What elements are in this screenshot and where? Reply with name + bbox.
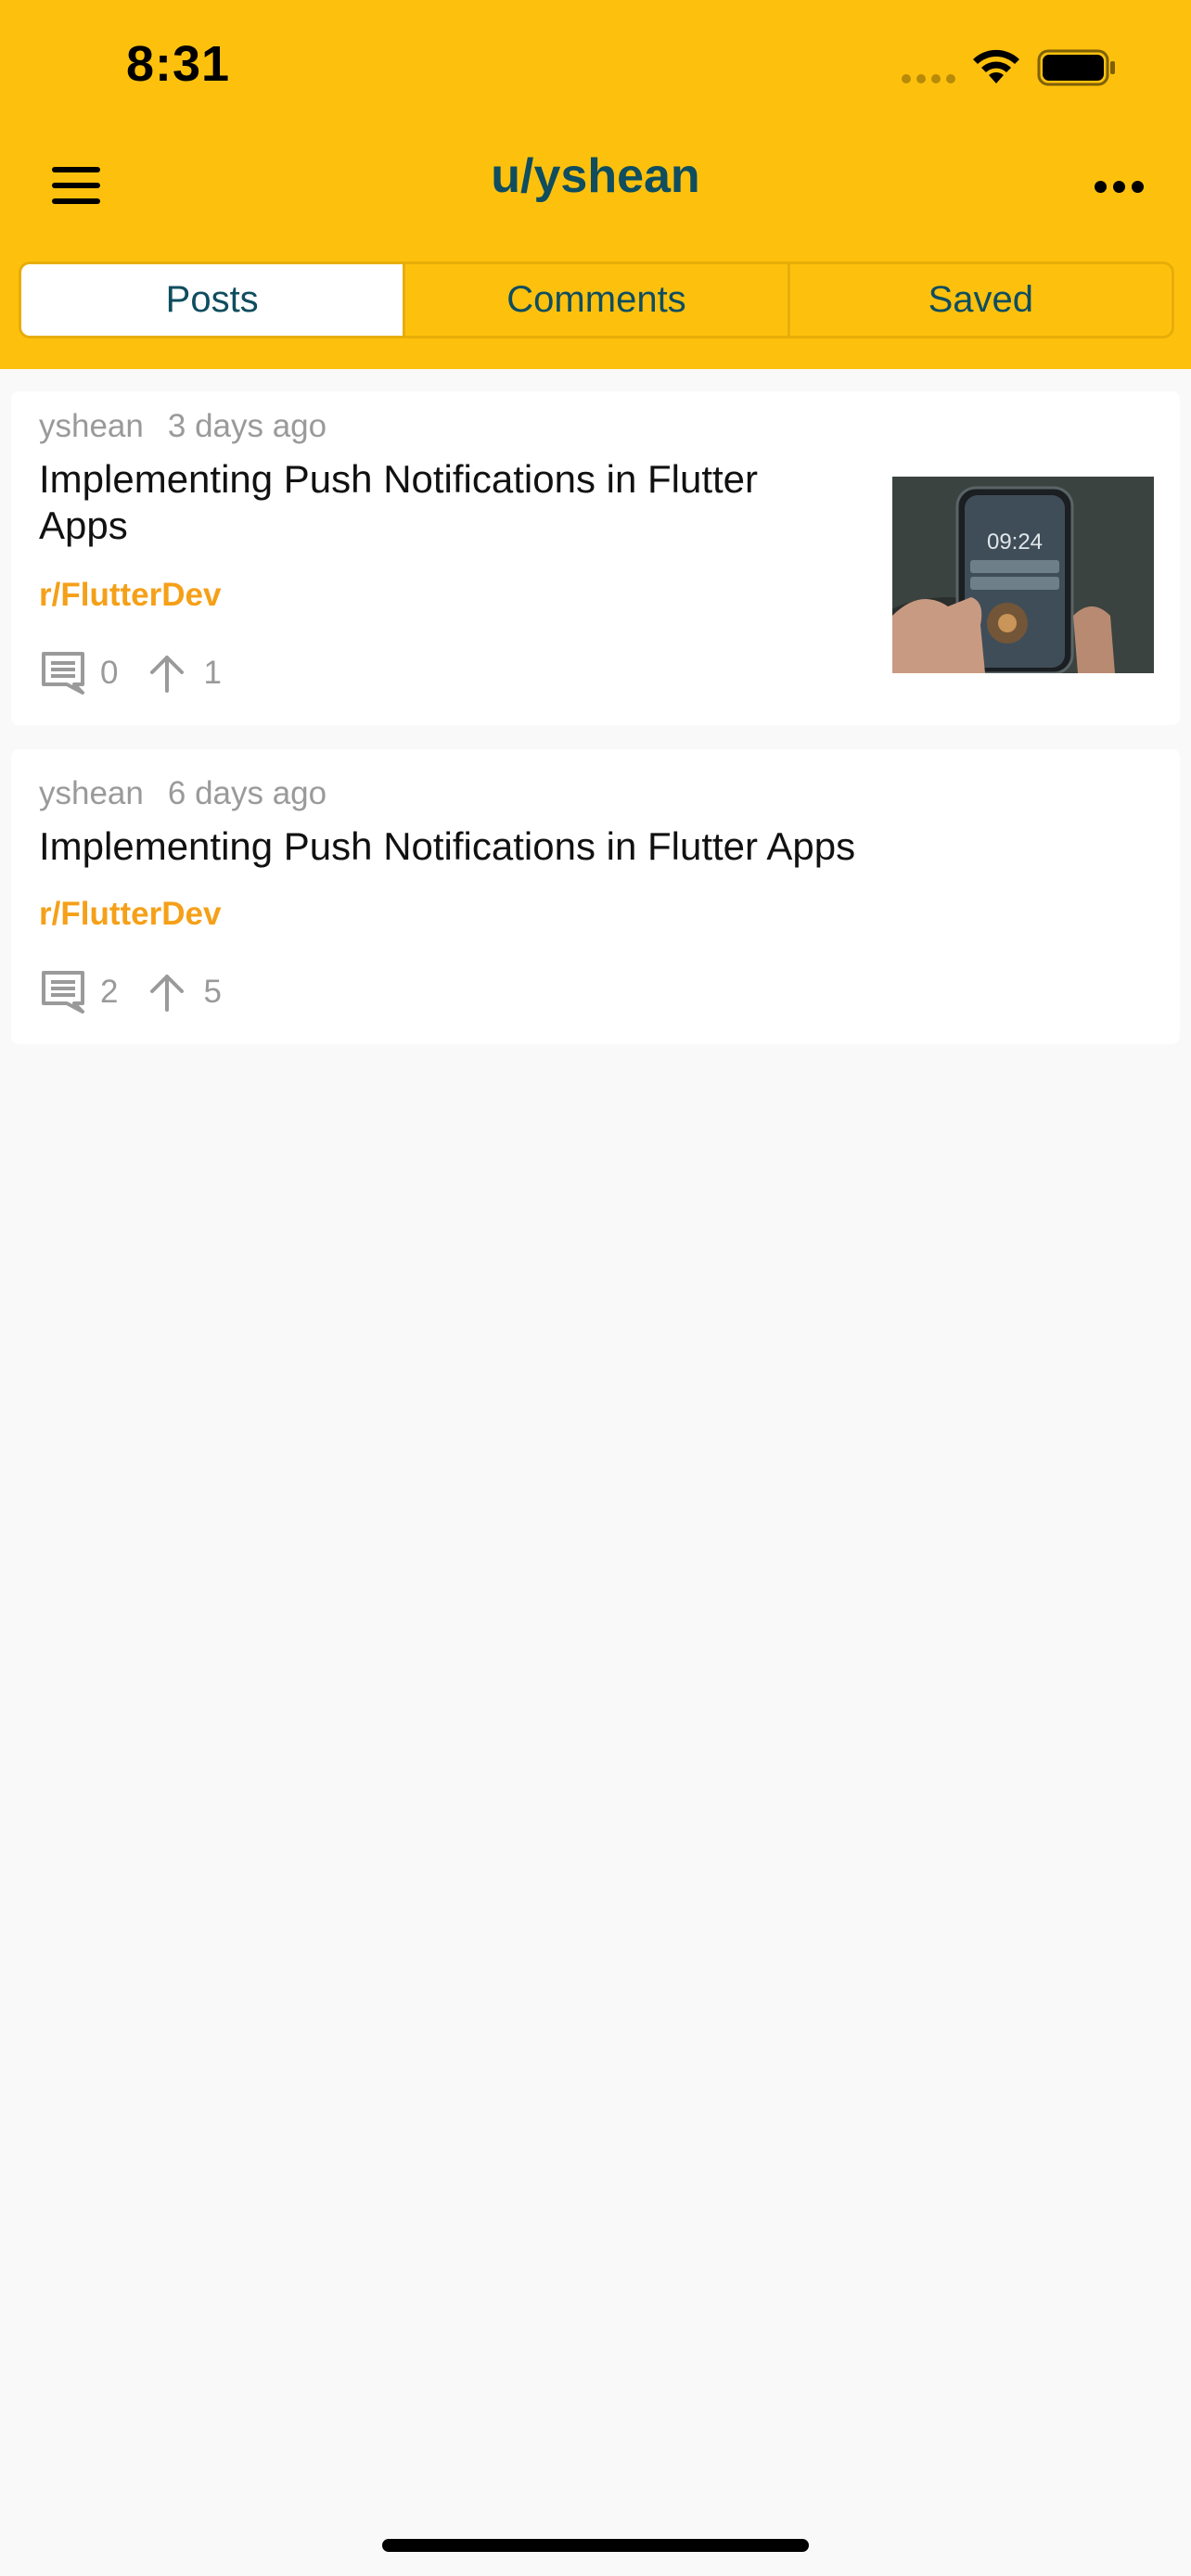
post-title[interactable]: Implementing Push Notifications in Flutt…	[39, 456, 758, 549]
wifi-icon	[973, 49, 1019, 83]
app-header: 8:31 u/yshean Posts Comments Saved	[0, 0, 1191, 369]
status-time: 8:31	[126, 36, 231, 92]
post-subreddit[interactable]: r/FlutterDev	[39, 896, 221, 933]
cellular-signal-icon	[902, 74, 955, 83]
post-meta: yshean 3 days ago	[39, 408, 327, 445]
comment-icon[interactable]	[39, 649, 87, 697]
phone-photo-illustration: 09:24	[892, 477, 1154, 673]
tab-saved[interactable]: Saved	[787, 264, 1172, 336]
tab-posts[interactable]: Posts	[21, 264, 403, 336]
thumbnail-time: 09:24	[987, 529, 1043, 555]
comment-count: 0	[100, 655, 119, 691]
post-card[interactable]: yshean 3 days ago Implementing Push Notif…	[11, 391, 1180, 725]
more-dot-icon	[1095, 180, 1107, 193]
post-time: 6 days ago	[167, 775, 327, 811]
home-indicator[interactable]	[382, 2539, 809, 2552]
screen: 8:31 u/yshean Posts Comments Saved yshea…	[0, 0, 1191, 2576]
more-options-button[interactable]	[1095, 172, 1150, 200]
post-time: 3 days ago	[167, 408, 327, 444]
post-title[interactable]: Implementing Push Notifications in Flutt…	[39, 823, 855, 870]
upvote-count: 1	[203, 655, 222, 691]
post-title-line: Implementing Push Notifications in Flutt…	[39, 457, 759, 501]
upvote-icon[interactable]	[146, 652, 188, 695]
post-subreddit[interactable]: r/FlutterDev	[39, 577, 221, 614]
post-author[interactable]: yshean	[39, 775, 144, 811]
post-stats: 2 5	[39, 968, 222, 1016]
comment-icon[interactable]	[39, 968, 87, 1016]
post-stats: 0 1	[39, 649, 222, 697]
more-dot-icon	[1132, 180, 1144, 193]
post-card[interactable]: yshean 6 days ago Implementing Push Notif…	[11, 749, 1180, 1044]
post-title-line: Apps	[39, 504, 128, 547]
profile-tabs: Posts Comments Saved	[19, 261, 1174, 338]
post-meta: yshean 6 days ago	[39, 775, 327, 812]
upvote-icon[interactable]	[146, 971, 188, 1014]
upvote-count: 5	[203, 974, 222, 1010]
tab-comments[interactable]: Comments	[403, 264, 787, 336]
battery-icon	[1037, 49, 1115, 86]
post-author[interactable]: yshean	[39, 408, 144, 444]
more-dot-icon	[1113, 180, 1125, 193]
post-thumbnail[interactable]: 09:24	[892, 477, 1154, 673]
comment-count: 2	[100, 974, 119, 1010]
page-title: u/yshean	[491, 149, 700, 203]
